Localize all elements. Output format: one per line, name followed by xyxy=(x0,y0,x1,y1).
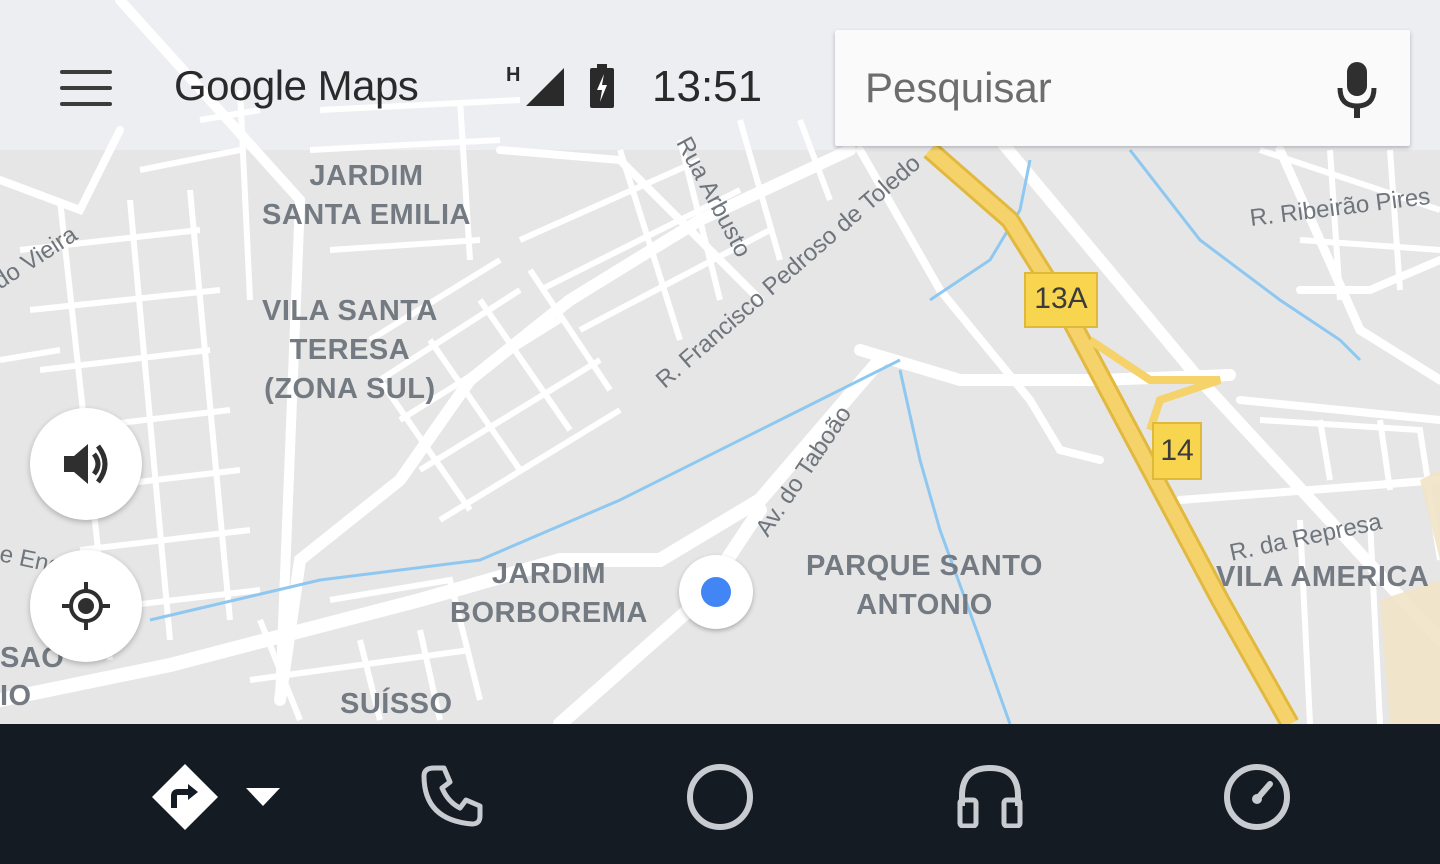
microphone-icon[interactable] xyxy=(1335,60,1379,120)
navigation-button[interactable] xyxy=(140,724,290,864)
search-input[interactable] xyxy=(865,60,1305,116)
app-title: Google Maps xyxy=(174,62,419,109)
search-bar[interactable] xyxy=(835,30,1410,146)
recenter-button[interactable] xyxy=(30,550,142,662)
map-view[interactable]: JARDIM SANTA EMILIA VILA SANTA TERESA (Z… xyxy=(0,0,1440,724)
area-label-io: IO xyxy=(0,680,32,712)
my-location-icon xyxy=(62,582,110,630)
hamburger-menu-icon[interactable] xyxy=(60,70,112,106)
area-label-vila-santa-teresa: VILA SANTA TERESA (ZONA SUL) xyxy=(262,295,438,405)
current-location-marker xyxy=(679,555,753,629)
phone-button[interactable] xyxy=(410,724,500,864)
area-label-jardim-santa-emilia: JARDIM SANTA EMILIA xyxy=(262,160,471,231)
home-button[interactable] xyxy=(680,724,760,864)
area-label-jardim-borborema: JARDIM BORBOREMA xyxy=(450,558,648,629)
battery-charging-icon xyxy=(590,64,614,108)
home-circle-icon xyxy=(687,764,753,830)
status-icons: H xyxy=(506,64,622,110)
overview-button[interactable] xyxy=(1218,724,1298,864)
phone-icon xyxy=(421,765,483,827)
highway-exit-shield-14: 14 xyxy=(1152,422,1202,480)
dashboard-gauge-icon xyxy=(1224,764,1290,830)
media-button[interactable] xyxy=(950,724,1030,864)
area-label-suisso: SUÍSSO xyxy=(340,688,453,720)
bottom-navigation-bar xyxy=(0,724,1440,864)
status-clock: 13:51 xyxy=(652,62,763,111)
volume-button[interactable] xyxy=(30,408,142,520)
signal-strength-icon xyxy=(526,68,564,106)
headphones-icon xyxy=(957,764,1023,828)
area-label-parque-santo-antonio: PARQUE SANTO ANTONIO xyxy=(806,550,1043,621)
volume-icon xyxy=(64,444,108,484)
navigation-icon xyxy=(152,764,218,830)
highway-exit-shield-13a: 13A xyxy=(1024,272,1098,328)
network-type-label: H xyxy=(506,64,521,86)
location-dot xyxy=(701,577,731,607)
chevron-down-icon[interactable] xyxy=(246,788,280,806)
